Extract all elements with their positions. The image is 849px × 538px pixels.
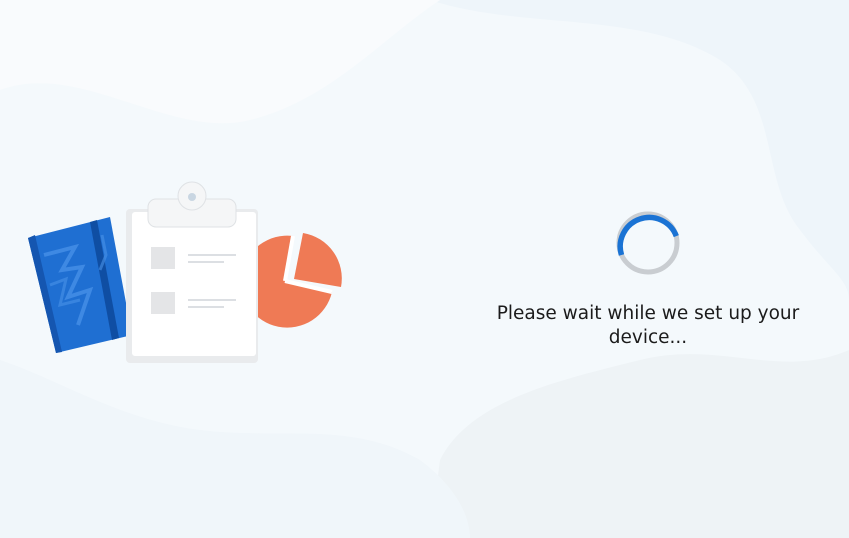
oobe-setup-screen: Please wait while we set up your device.… <box>0 0 849 538</box>
office-apps-illustration <box>28 181 342 363</box>
clipboard-icon <box>126 181 258 363</box>
setup-status-message: Please wait while we set up your device.… <box>496 303 800 348</box>
notebook-icon <box>28 217 132 353</box>
loading-spinner-icon <box>616 211 680 275</box>
